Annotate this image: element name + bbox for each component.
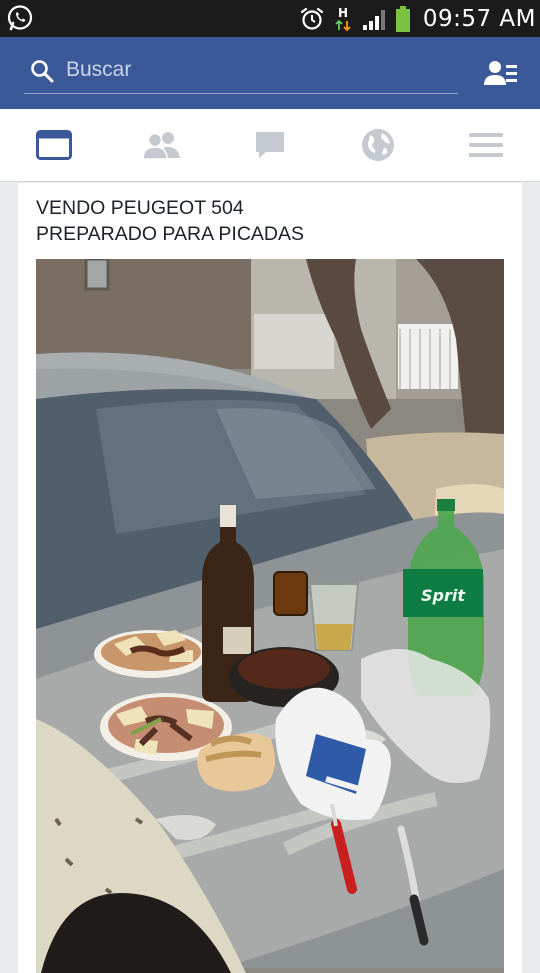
tab-friends[interactable] <box>108 109 216 181</box>
tab-bar <box>0 109 540 182</box>
tab-notifications[interactable] <box>324 109 432 181</box>
search-input[interactable]: Buscar <box>66 58 131 82</box>
news-feed-icon <box>36 130 72 160</box>
friends-icon <box>143 132 180 159</box>
signal-icon <box>362 9 385 30</box>
bottle-label-text: Sprit <box>421 586 466 605</box>
search-underline <box>24 93 458 94</box>
menu-icon <box>469 133 503 157</box>
post-text: VENDO PEUGEOT 504 PREPARADO PARA PICADAS <box>36 195 506 247</box>
alarm-icon <box>300 7 323 30</box>
whatsapp-icon <box>7 5 33 31</box>
post-text-line: PREPARADO PARA PICADAS <box>36 223 305 245</box>
friend-requests-icon[interactable] <box>484 59 518 87</box>
post-text-line: VENDO PEUGEOT 504 <box>36 197 244 219</box>
battery-icon <box>395 5 410 32</box>
tab-messages[interactable] <box>216 109 324 181</box>
globe-icon <box>362 129 394 161</box>
app-header: Buscar <box>0 37 540 109</box>
post-photo-illustration: Sprit <box>36 259 504 973</box>
messages-icon <box>256 132 284 158</box>
tab-news-feed[interactable] <box>0 109 108 181</box>
network-label: H <box>338 6 348 20</box>
status-bar: H 09:57 AM <box>0 0 540 37</box>
search-icon[interactable] <box>30 59 54 83</box>
tab-more[interactable] <box>432 109 540 181</box>
clock: 09:57 AM <box>422 5 536 32</box>
post-photo[interactable]: Sprit <box>36 259 504 973</box>
network-h-icon: H <box>335 6 351 31</box>
feed-post: VENDO PEUGEOT 504 PREPARADO PARA PICADAS <box>18 183 522 973</box>
